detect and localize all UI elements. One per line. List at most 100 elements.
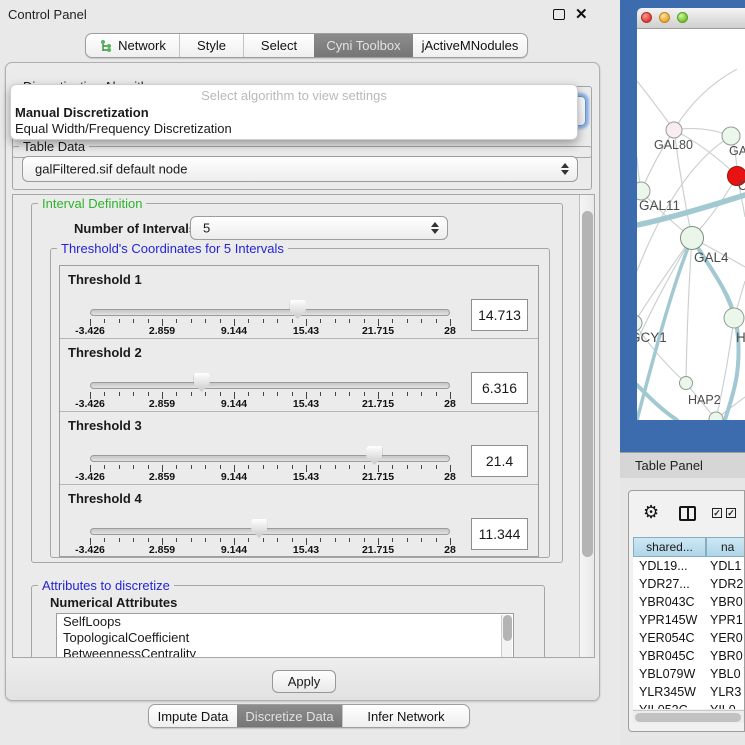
cell-name[interactable]: YIL0 [710,701,736,709]
apply-button[interactable]: Apply [272,670,336,693]
tab-impute-data[interactable]: Impute Data [149,705,237,727]
column-header-name[interactable]: na [706,537,745,557]
slider-track[interactable] [90,455,450,462]
attribute-list-item[interactable]: SelfLoops [57,614,513,630]
cell-shared-name[interactable]: YER054C [639,629,695,647]
network-node[interactable] [722,127,740,145]
column-header-shared-name[interactable]: shared... [633,537,706,557]
table-data-combobox[interactable]: galFiltered.sif default node [22,156,578,182]
cell-shared-name[interactable]: YDL19... [639,557,688,575]
slider-thumb[interactable] [251,519,267,538]
threshold-value-field[interactable]: 21.4 [471,445,528,477]
cell-shared-name[interactable]: YBL079W [639,665,695,683]
zoom-traffic-light-icon[interactable] [677,12,688,23]
cell-name[interactable]: YDL1 [710,557,741,575]
slider-thumb[interactable] [290,300,306,319]
cell-shared-name[interactable]: YLR345W [639,683,696,701]
slider-track[interactable] [90,309,450,316]
checkbox-icon[interactable]: ✓ [712,508,722,518]
number-of-intervals-value: 5 [203,221,210,236]
minimize-traffic-light-icon[interactable] [659,12,670,23]
cell-name[interactable]: YER0 [710,629,743,647]
threshold-value-field[interactable]: 11.344 [471,518,528,550]
checkbox-icon[interactable]: ✓ [726,508,736,518]
cell-shared-name[interactable]: YDR27... [639,575,690,593]
tab-infer-network[interactable]: Infer Network [342,705,469,727]
network-tree-icon [99,39,113,53]
attributes-list-scrollbar[interactable] [501,615,512,658]
scale-label: 9.144 [221,325,247,337]
table-row[interactable]: YDL19... YDL1 [633,557,745,575]
table-row[interactable]: YER054C YER0 [633,629,745,647]
network-node-label: GAL80 [654,138,693,152]
cell-name[interactable]: YBR0 [710,647,743,665]
gear-icon[interactable]: ⚙ [643,503,659,521]
close-traffic-light-icon[interactable] [641,12,652,23]
cell-name[interactable]: YBL0 [710,665,741,683]
scale-label: 21.715 [362,398,394,410]
columns-icon[interactable] [679,506,696,521]
network-node[interactable] [724,308,744,328]
scale-label: 15.43 [293,471,319,483]
panel-vertical-scrollbar[interactable] [579,195,595,658]
network-canvas[interactable]: GAL80GACGAL11GAL4GCY1HHAP2 [637,29,745,420]
cell-shared-name[interactable]: YBR045C [639,647,695,665]
popup-option-equal-width-frequency[interactable]: Equal Width/Frequency Discretization [15,121,232,136]
network-node[interactable] [666,122,682,138]
threshold-value-field[interactable]: 14.713 [471,299,528,331]
popup-option-manual-discretization[interactable]: Manual Discretization [15,105,149,120]
threshold-value-field[interactable]: 6.316 [471,372,528,404]
float-window-icon[interactable] [553,9,565,20]
cell-name[interactable]: YBR0 [710,593,743,611]
scale-label: -3.426 [75,544,105,556]
tab-cyni-toolbox[interactable]: Cyni Toolbox [314,34,413,57]
table-row[interactable]: YBR045C YBR0 [633,647,745,665]
cell-shared-name[interactable]: YIL052C [639,701,688,709]
cell-name[interactable]: YDR2 [710,575,743,593]
tab-discretize-data[interactable]: Discretize Data [237,705,342,727]
cell-shared-name[interactable]: YPR145W [639,611,697,629]
network-node[interactable] [681,227,704,250]
panel-scrollbar-thumb[interactable] [582,211,593,557]
slider-scale-labels: -3.4262.8599.14415.4321.71528 [90,325,450,337]
tab-style[interactable]: Style [179,34,243,57]
table-horizontal-scrollbar[interactable] [633,710,745,723]
scale-label: 9.144 [221,398,247,410]
popup-hint-item[interactable]: Select algorithm to view settings [11,88,577,103]
table-row[interactable]: YPR145W YPR1 [633,611,745,629]
slider-thumb[interactable] [194,373,210,392]
network-window-titlebar[interactable] [637,8,745,29]
tab-jactivemnodules[interactable]: jActiveMNodules [413,34,527,57]
scale-label: 15.43 [293,544,319,556]
cell-name[interactable]: YLR3 [710,683,741,701]
network-node[interactable] [637,315,642,331]
network-node-label: GAL11 [639,198,680,213]
network-node[interactable] [680,377,693,390]
network-node-label: GAL4 [694,250,729,265]
slider-track[interactable] [90,528,450,535]
threshold-row: Threshold 3-3.4262.8599.14415.4321.71528… [60,412,538,485]
slider-thumb[interactable] [366,446,382,465]
cell-name[interactable]: YPR1 [710,611,743,629]
close-icon[interactable]: ✕ [575,5,588,23]
number-of-intervals-spinner[interactable]: 5 [190,216,448,240]
algorithm-dropdown-popup: Select algorithm to view settings Manual… [10,84,578,140]
table-row[interactable]: YIL052C YIL0 [633,701,745,709]
table-row[interactable]: YBR043C YBR0 [633,593,745,611]
network-view-window: GAL80GACGAL11GAL4GCY1HHAP2 [637,8,745,420]
table-row[interactable]: YBL079W YBL0 [633,665,745,683]
attribute-list-item[interactable]: BetweennessCentrality [57,646,513,658]
tab-select[interactable]: Select [243,34,314,57]
network-node-label: C [738,179,745,193]
table-row[interactable]: YLR345W YLR3 [633,683,745,701]
scale-label: 9.144 [221,544,247,556]
cell-shared-name[interactable]: YBR043C [639,593,695,611]
tab-network[interactable]: Network [86,34,179,57]
slider-track[interactable] [90,382,450,389]
threshold-row: Threshold 4-3.4262.8599.14415.4321.71528… [60,485,538,558]
attribute-list-item[interactable]: TopologicalCoefficient [57,630,513,646]
threshold-row: Threshold 1-3.4262.8599.14415.4321.71528… [60,266,538,339]
table-row[interactable]: YDR27... YDR2 [633,575,745,593]
scale-label: 28 [444,325,456,337]
table-hscrollbar-thumb[interactable] [635,713,741,722]
